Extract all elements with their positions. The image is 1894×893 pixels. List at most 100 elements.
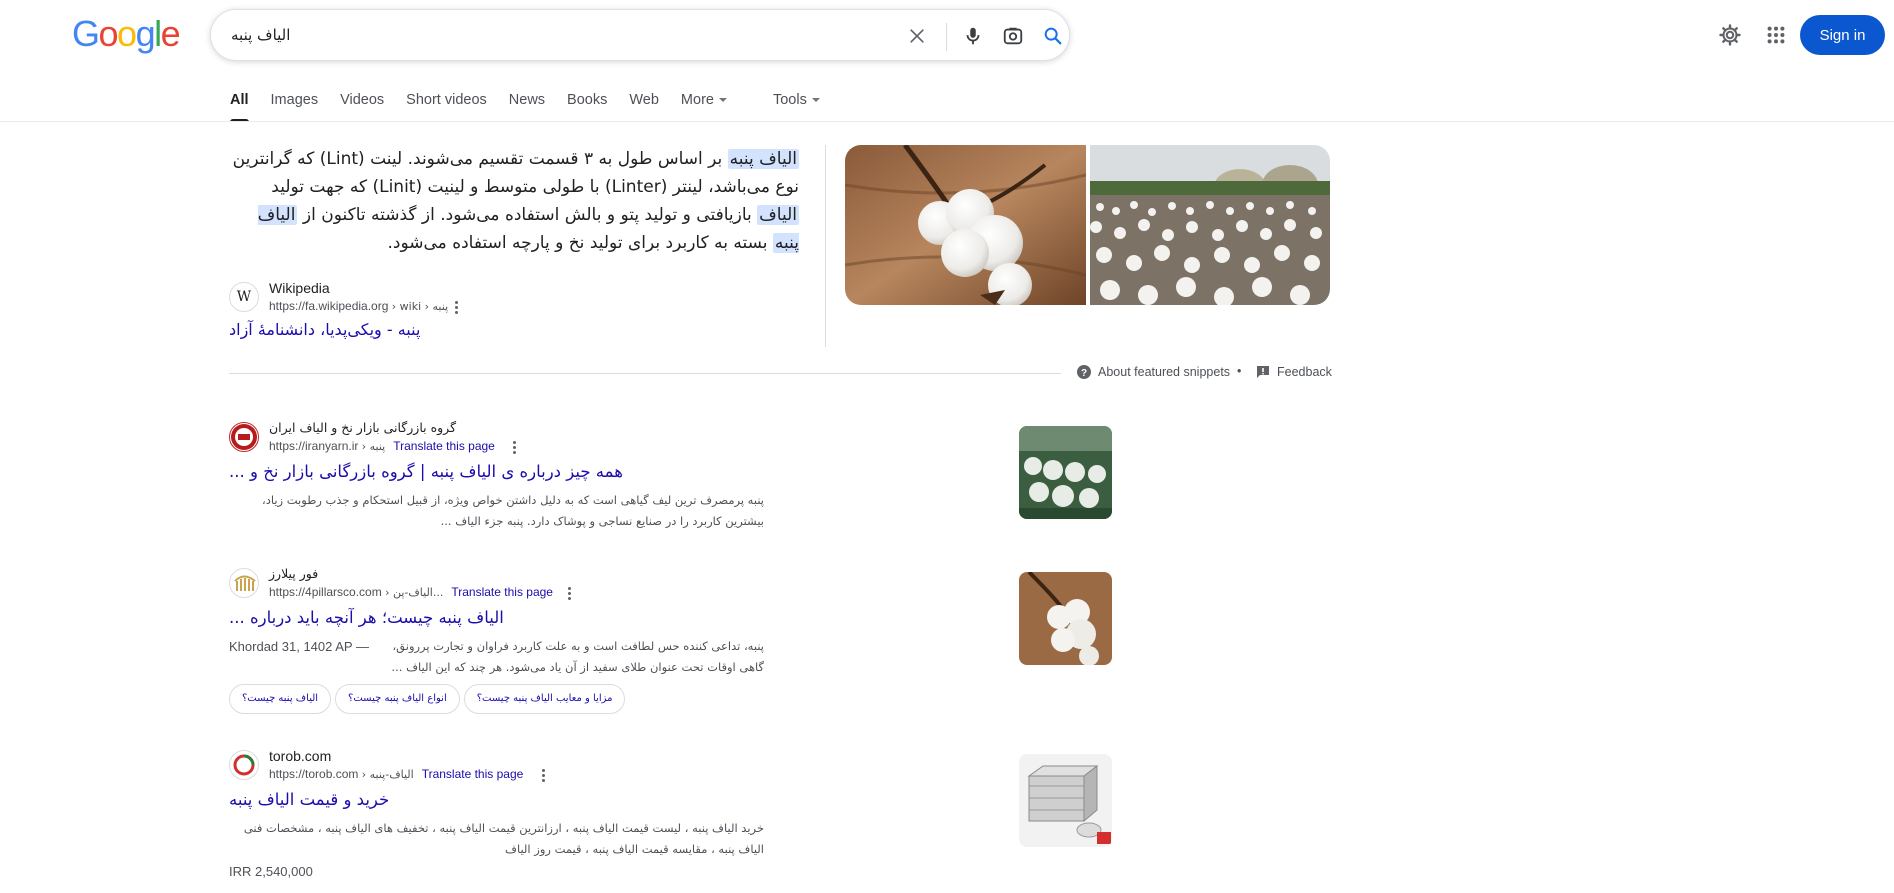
logo-letter: e: [160, 13, 181, 54]
more-options-icon[interactable]: [562, 584, 576, 602]
cotton-field-image[interactable]: [1090, 145, 1330, 305]
related-question-chips: الیاف پنبه چیست؟ انواع الیاف پنبه چیست؟ …: [229, 684, 629, 714]
search-box-divider: [946, 23, 947, 51]
chevron-down-icon: [811, 98, 820, 102]
iranyarn-favicon: [229, 422, 259, 452]
snippet-text-part: بازیافتی و تولید پتو و بالش استفاده می‌ش…: [297, 205, 758, 225]
result-thumbnail[interactable]: [1019, 754, 1112, 847]
torob-logo-icon: [233, 754, 255, 776]
result-thumbnail[interactable]: [1019, 572, 1112, 665]
tab-books[interactable]: Books: [567, 88, 607, 122]
tab-more[interactable]: More: [681, 88, 727, 122]
microphone-icon: [966, 27, 980, 45]
highlight: الیاف پنبه: [727, 149, 799, 169]
feedback-icon: [1257, 366, 1269, 378]
related-question-chip[interactable]: انواع الیاف پنبه چیست؟: [335, 684, 460, 714]
help-icon: ?: [1077, 365, 1091, 379]
tab-label: Web: [629, 92, 659, 108]
separator-dot: •: [1237, 364, 1242, 378]
result-title-link[interactable]: خرید و قیمت الیاف پنبه: [229, 790, 389, 809]
torob-favicon: [229, 750, 259, 780]
related-question-chip[interactable]: الیاف پنبه چیست؟: [229, 684, 332, 714]
about-label: About featured snippets: [1098, 365, 1231, 379]
source-url: https://fa.wikipedia.org › wiki › پنبه: [269, 299, 448, 313]
search-tabs: All Images Videos Short videos News Book…: [230, 88, 842, 122]
tab-videos[interactable]: Videos: [340, 88, 384, 122]
cotton-boll-image[interactable]: [845, 145, 1086, 305]
result-url: https://4pillarsco.com › الیاف-پن... Tran…: [269, 585, 553, 599]
logo-letter: o: [98, 13, 119, 54]
tab-label: Tools: [772, 92, 807, 108]
search-box: [210, 9, 1070, 61]
svg-text:?: ?: [1081, 368, 1087, 379]
apps-grid-icon: [1767, 26, 1785, 44]
more-options-icon[interactable]: [449, 298, 463, 316]
result-site-name: گروه بازرگانی بازار نخ و الیاف ایران: [269, 420, 457, 435]
voice-search-button[interactable]: [959, 22, 987, 50]
result-url: https://iranyarn.ir › پنبه Translate this…: [269, 439, 495, 453]
search-input[interactable]: [231, 20, 881, 50]
tab-label: Videos: [340, 92, 385, 108]
tab-web[interactable]: Web: [629, 88, 659, 122]
sign-in-button[interactable]: Sign in: [1800, 15, 1885, 55]
related-question-chip[interactable]: مزایا و معایب الیاف پنبه چیست؟: [463, 684, 626, 714]
logo-letter: o: [117, 13, 137, 54]
tab-images[interactable]: Images: [271, 88, 319, 122]
translate-page-link[interactable]: Translate this page: [451, 585, 553, 599]
tab-label: Images: [270, 92, 319, 108]
result-title-link[interactable]: همه چیز درباره ی الیاف پنبه | گروه بازرگ…: [229, 462, 623, 481]
tab-tools[interactable]: Tools: [773, 88, 820, 122]
translate-page-link[interactable]: Translate this page: [393, 439, 495, 453]
cotton-bales-picture: [1019, 754, 1112, 847]
search-result: فور پیلارز https://4pillarsco.com › الیا…: [229, 566, 1112, 721]
result-breadcrumb: › پنبه: [361, 440, 386, 453]
google-apps-button[interactable]: [1761, 20, 1791, 50]
result-snippet: Khordad 31, 1402 AP — پنبه، تداعی کننده ح…: [229, 636, 764, 678]
tab-short-videos[interactable]: Short videos: [406, 88, 487, 122]
search-button[interactable]: [1039, 22, 1067, 50]
result-price: IRR 2,540,000: [229, 864, 313, 879]
snippet-images[interactable]: [845, 145, 1330, 305]
tab-label: More: [680, 92, 714, 108]
search-icon: [1044, 27, 1062, 45]
source-name: Wikipedia: [269, 280, 330, 296]
search-result: گروه بازرگانی بازار نخ و الیاف ایران htt…: [229, 420, 1112, 540]
result-url-text: https://4pillarsco.com: [269, 585, 382, 599]
tab-label: All: [230, 92, 249, 108]
result-url-text: https://torob.com: [269, 767, 359, 781]
feedback-link[interactable]: Feedback: [1255, 364, 1332, 380]
snippet-text-part: بسته به کاربرد برای تولید نخ و پارچه است…: [387, 233, 773, 253]
source-breadcrumb: › wiki › پنبه: [391, 300, 449, 313]
result-snippet-text: پنبه، تداعی کننده حس لطافت است و به علت …: [391, 639, 764, 674]
tab-all[interactable]: All: [230, 88, 249, 122]
result-snippet: پنبه پرمصرف ترین لیف گیاهی است که به دلی…: [262, 493, 764, 528]
translate-page-link[interactable]: Translate this page: [422, 767, 524, 781]
clear-search-button[interactable]: [903, 22, 931, 50]
about-featured-snippets-link[interactable]: ? About featured snippets: [1076, 364, 1230, 380]
more-options-icon[interactable]: [536, 766, 550, 784]
pillars-logo-icon: [234, 575, 256, 591]
chevron-down-icon: [718, 98, 727, 102]
tabs-divider: [0, 121, 1894, 122]
result-thumbnail[interactable]: [1019, 426, 1112, 519]
result-title-link[interactable]: الیاف پنبه چیست؛ هر آنچه باید درباره ...: [229, 608, 504, 627]
more-options-icon[interactable]: [507, 438, 521, 456]
snippet-source[interactable]: W Wikipedia https://fa.wikipedia.org › w…: [229, 280, 629, 320]
settings-button[interactable]: [1715, 20, 1745, 50]
featured-snippet-text: الیاف پنبه بر اساس طول به ۳ قسمت تقسیم م…: [229, 145, 799, 257]
image-search-button[interactable]: [999, 22, 1027, 50]
result-site-name: torob.com: [269, 748, 332, 764]
snippet-divider: [825, 145, 826, 347]
wikipedia-favicon: W: [229, 282, 259, 312]
snippet-text-part: بر اساس طول به ۳ قسمت تقسیم می‌شوند. لین…: [232, 149, 799, 197]
result-site-name: فور پیلارز: [269, 566, 319, 581]
tab-label: News: [508, 92, 546, 108]
google-logo[interactable]: Google: [72, 13, 181, 54]
snippet-result-link[interactable]: پنبه - ویکی‌پدیا، دانشنامهٔ آزاد: [229, 320, 420, 339]
highlight: الیاف: [757, 205, 799, 225]
tab-news[interactable]: News: [509, 88, 545, 122]
result-breadcrumb: › الیاف-پنبه: [361, 768, 414, 781]
cotton-boll-picture: [845, 145, 1086, 305]
cotton-boll-thumbnail-picture: [1019, 572, 1112, 665]
logo-letter: g: [135, 13, 156, 54]
